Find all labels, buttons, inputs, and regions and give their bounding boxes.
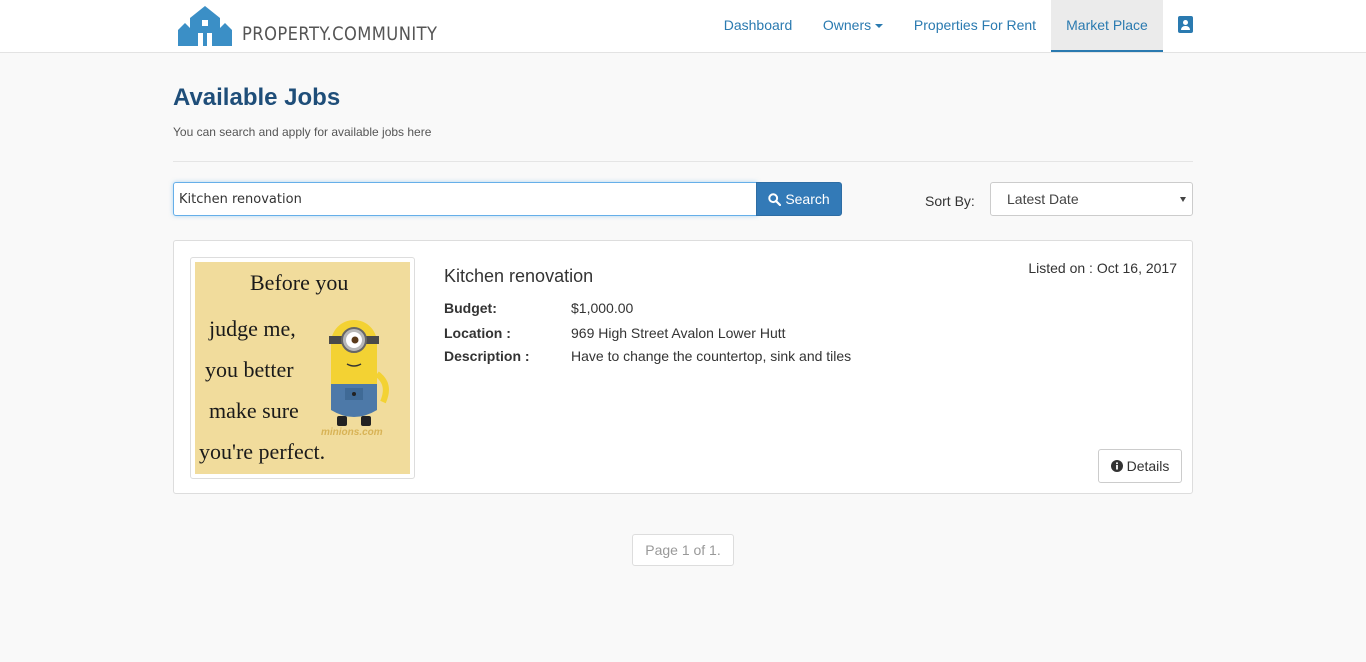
description-value: Have to change the countertop, sink and … — [571, 348, 852, 364]
search-icon — [768, 192, 782, 206]
meme-text-line: Before you — [250, 270, 349, 295]
search-button-label: Search — [785, 191, 830, 207]
house-icon — [178, 6, 232, 46]
budget-label: Budget: — [444, 300, 497, 316]
meme-image: Before you judge me, you better make sur… — [195, 262, 410, 474]
info-icon — [1110, 460, 1123, 472]
page-title: Available Jobs — [173, 84, 341, 111]
user-profile-icon[interactable] — [1178, 16, 1193, 33]
nav-owners[interactable]: Owners — [807, 0, 899, 52]
brand-logo[interactable]: PROPERTY.COMMUNITY — [176, 4, 469, 46]
meme-text-line: judge me, — [209, 316, 296, 341]
job-thumbnail[interactable]: Before you judge me, you better make sur… — [190, 257, 415, 479]
location-value: 969 High Street Avalon Lower Hutt — [571, 325, 786, 341]
details-button-label: Details — [1126, 458, 1170, 474]
nav-market-place[interactable]: Market Place — [1051, 0, 1163, 52]
details-button[interactable]: Details — [1098, 449, 1182, 483]
meme-text-line: you're perfect. — [199, 439, 326, 464]
minion-illustration — [329, 320, 389, 426]
pagination-info: Page 1 of 1. — [632, 534, 734, 566]
listed-date: Listed on : Oct 16, 2017 — [1028, 260, 1177, 276]
nav-properties-for-rent[interactable]: Properties For Rent — [899, 0, 1051, 52]
meme-text-line: you better — [205, 357, 294, 382]
search-button[interactable]: Search — [756, 182, 842, 216]
caret-down-icon — [875, 24, 884, 29]
meme-text-line: make sure — [209, 398, 299, 423]
nav-owners-label: Owners — [822, 17, 872, 33]
page-subtitle: You can search and apply for available j… — [173, 125, 432, 139]
dropdown-arrow-icon — [1180, 197, 1186, 202]
brand-name: PROPERTY.COMMUNITY — [242, 23, 438, 45]
description-label: Description : — [444, 348, 530, 364]
sort-label: Sort By: — [925, 193, 975, 209]
location-label: Location : — [444, 325, 511, 341]
job-title: Kitchen renovation — [444, 266, 594, 286]
job-card: Before you judge me, you better make sur… — [173, 240, 1193, 494]
top-navbar: PROPERTY.COMMUNITY Dashboard Owners Prop… — [0, 0, 1366, 53]
budget-value: $1,000.00 — [571, 300, 634, 316]
search-input[interactable] — [173, 182, 757, 216]
nav-dashboard[interactable]: Dashboard — [709, 0, 807, 52]
meme-watermark: minions.com — [321, 427, 383, 438]
divider — [173, 161, 1193, 162]
sort-selected-value: Latest Date — [1007, 191, 1079, 207]
sort-select[interactable]: Latest Date — [990, 182, 1193, 216]
